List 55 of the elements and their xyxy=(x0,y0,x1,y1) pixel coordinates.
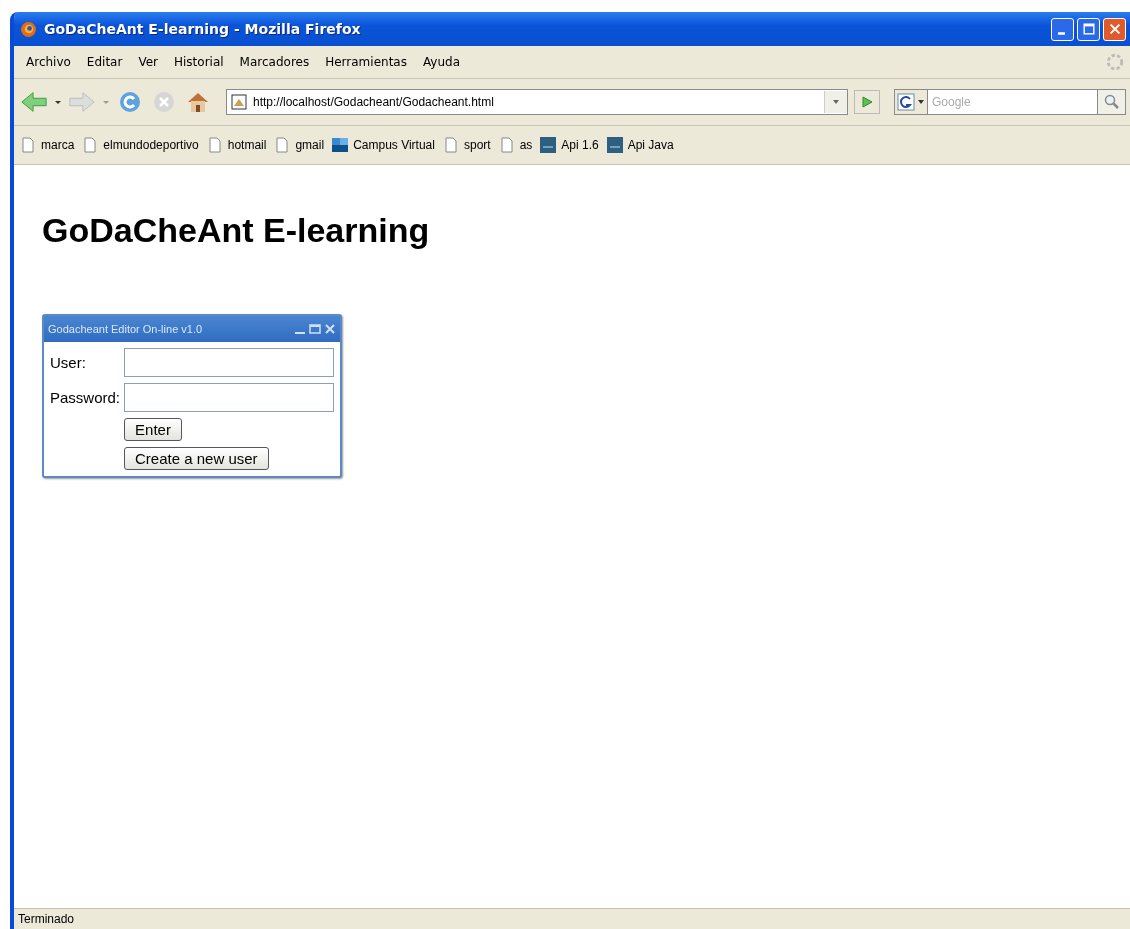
window-title: GoDaCheAnt E-learning - Mozilla Firefox xyxy=(44,21,361,37)
bookmark-item[interactable]: Api 1.6 xyxy=(540,137,599,153)
close-icon[interactable] xyxy=(324,323,336,335)
maximize-icon xyxy=(1081,22,1096,36)
bookmark-item[interactable]: gmail xyxy=(274,137,325,153)
field-label: Password: xyxy=(50,389,121,406)
minimize-icon xyxy=(1057,31,1065,35)
bookmark-item[interactable]: hotmail xyxy=(206,137,267,153)
tiles-icon xyxy=(332,137,349,153)
play-icon xyxy=(860,95,874,109)
page-icon xyxy=(231,94,247,110)
menu-item[interactable]: Ver xyxy=(132,53,164,71)
input-field[interactable] xyxy=(124,348,334,377)
page-heading: GoDaCheAnt E-learning xyxy=(42,211,430,250)
dropdown-icon[interactable] xyxy=(832,98,840,106)
bookmark-item[interactable]: Api Java xyxy=(606,137,674,153)
bookmark-item[interactable]: Campus Virtual xyxy=(332,137,435,153)
menu-item[interactable]: Historial xyxy=(168,53,230,71)
menu-item[interactable]: Herramientas xyxy=(319,53,413,71)
page-icon xyxy=(206,137,223,153)
page-icon xyxy=(442,137,459,153)
page-icon xyxy=(20,137,36,153)
close-button[interactable] xyxy=(1103,17,1126,41)
back-arrow-icon[interactable] xyxy=(20,90,48,114)
status-text: Terminado xyxy=(18,912,75,926)
maximize-icon[interactable] xyxy=(309,323,321,335)
page-icon xyxy=(274,137,291,153)
address-field[interactable]: http://localhost/Godacheant/Godacheant.html xyxy=(226,89,848,115)
go-button[interactable] xyxy=(854,90,880,114)
caret-icon[interactable] xyxy=(54,98,62,106)
close-icon xyxy=(1107,22,1122,36)
menu-item[interactable]: Archivo xyxy=(20,53,77,71)
maximize-button[interactable] xyxy=(1077,17,1100,41)
menu-item[interactable]: Ayuda xyxy=(416,53,467,71)
menu-item[interactable]: Marcadores xyxy=(233,53,316,71)
field-label: User: xyxy=(50,354,87,371)
dialog-button[interactable]: Enter xyxy=(124,418,182,441)
google-engine-icon[interactable] xyxy=(897,93,925,111)
throbber-icon xyxy=(1106,53,1124,71)
bookmark-item[interactable]: elmundodeportivo xyxy=(82,137,199,153)
dialog-title: Godacheant Editor On-line v1.0 xyxy=(48,323,203,335)
firefox-icon xyxy=(20,20,37,38)
bookmark-item[interactable]: sport xyxy=(442,137,491,153)
menu-item[interactable]: Editar xyxy=(80,53,129,71)
dialog-button[interactable]: Create a new user xyxy=(124,447,269,470)
search-field[interactable]: Google xyxy=(927,89,1098,115)
input-field[interactable] xyxy=(124,383,334,412)
sun-logo-icon xyxy=(540,137,557,153)
sun-logo-icon xyxy=(606,137,623,153)
page-icon xyxy=(82,137,99,153)
minimize-button[interactable] xyxy=(1051,17,1074,41)
page-icon xyxy=(498,137,515,153)
bookmark-item[interactable]: marca xyxy=(20,137,75,153)
search-icon[interactable] xyxy=(1103,94,1120,110)
bookmark-item[interactable]: as xyxy=(498,137,533,153)
